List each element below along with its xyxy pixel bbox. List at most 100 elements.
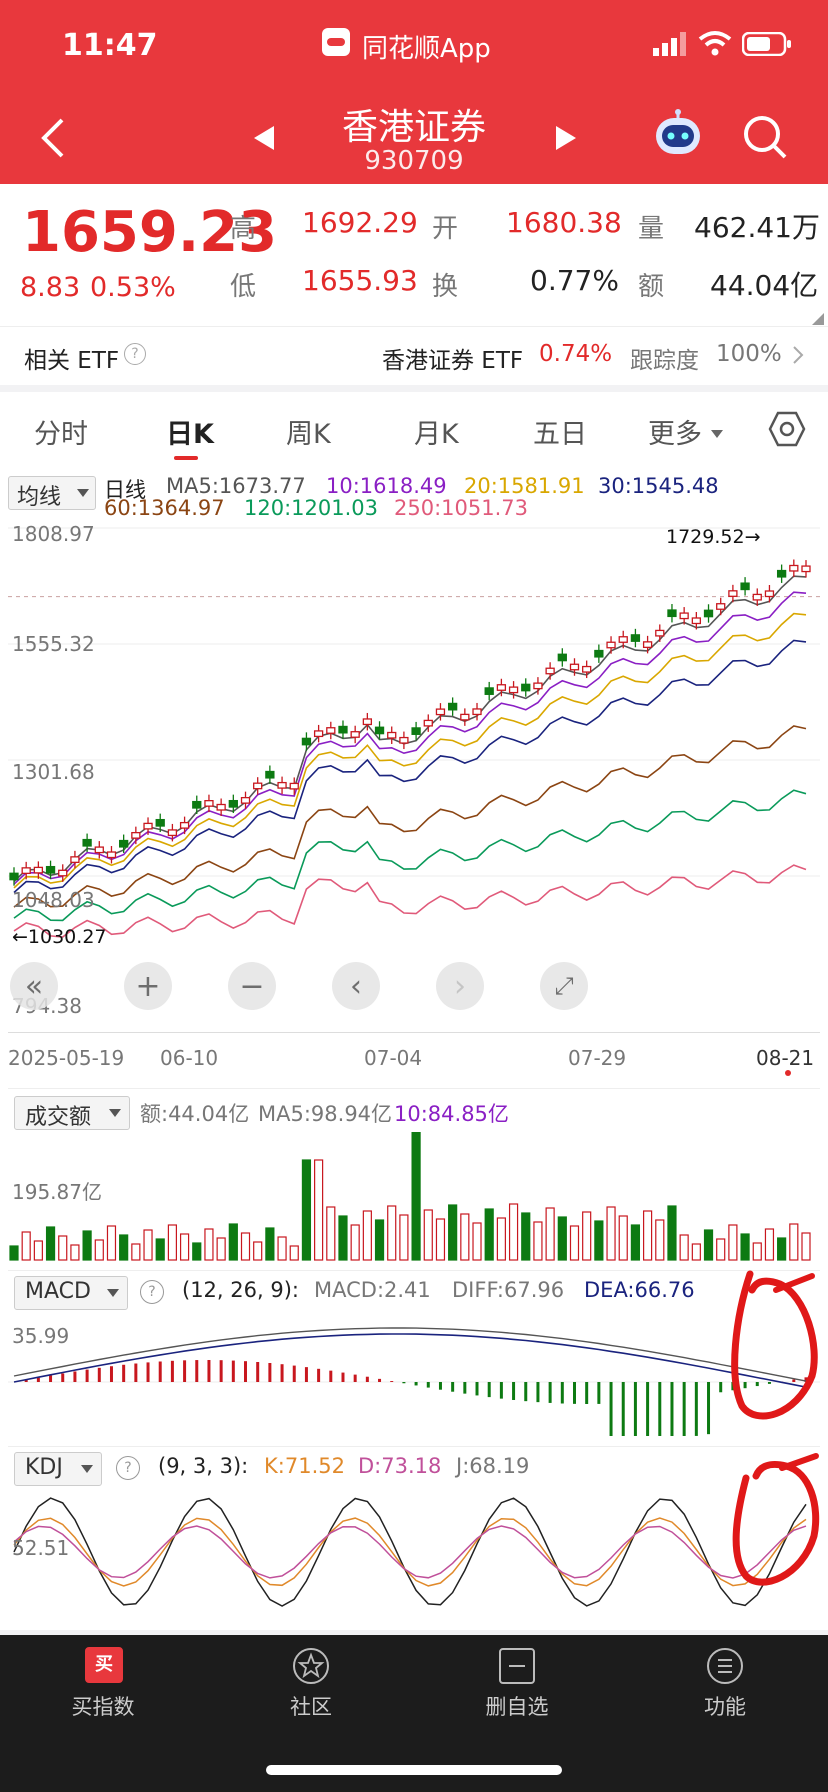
kdj-select[interactable]: KDJ: [14, 1452, 102, 1486]
buy-icon: 买: [85, 1647, 123, 1683]
chart-area: 均线 日线 MA5:1673.77 10:1618.49 20:1581.91 …: [0, 470, 828, 1630]
signal-icon: [653, 32, 687, 60]
candle-body: [484, 687, 494, 695]
volume-bar: [131, 1243, 141, 1261]
price-change-pct: 0.53%: [90, 272, 176, 303]
volume-bar: [496, 1217, 506, 1261]
kdj-d: D:73.18: [358, 1454, 442, 1478]
robot-assistant-icon[interactable]: [652, 108, 704, 162]
search-icon[interactable]: [742, 114, 788, 164]
candle-body: [167, 829, 178, 837]
volume-bar: [289, 1245, 299, 1261]
candle-body: [472, 708, 482, 716]
candle-body: [752, 593, 762, 601]
volume-bar: [399, 1214, 409, 1261]
tab-daily-k[interactable]: 日K: [166, 412, 214, 451]
candle-body: [496, 684, 507, 691]
panel-divider: [8, 1446, 820, 1447]
volume-bar: [667, 1205, 677, 1261]
candle-body: [618, 636, 628, 643]
tab-more[interactable]: 更多: [648, 412, 702, 451]
open-value: 1680.38: [506, 206, 622, 239]
macd-diff-line: [13, 1327, 807, 1382]
volume-bar: [240, 1232, 251, 1261]
volume-bar: [33, 1240, 43, 1261]
minus-box-icon: [499, 1648, 535, 1684]
tracking-label: 跟踪度: [630, 348, 699, 374]
volume-bar: [374, 1219, 385, 1261]
volume-bar: [533, 1221, 543, 1261]
macd-chart[interactable]: [8, 1312, 820, 1436]
candle-body: [192, 800, 202, 809]
high-marker: 1729.52→: [666, 526, 761, 548]
candle-body: [33, 866, 44, 874]
candlestick-chart[interactable]: [8, 522, 820, 1042]
active-tab-indicator: [174, 456, 198, 460]
volume-bar: [618, 1215, 628, 1261]
chevron-right-icon[interactable]: [792, 345, 804, 369]
indicator-select[interactable]: 均线: [8, 476, 96, 510]
candle-body: [338, 725, 348, 734]
help-icon[interactable]: ?: [116, 1456, 140, 1480]
zoom-in-icon[interactable]: +: [124, 962, 172, 1010]
pan-left-icon[interactable]: ‹: [332, 962, 380, 1010]
candle-body: [679, 612, 689, 620]
volume-bar: [338, 1215, 348, 1261]
ma60-label: 60:1364.97: [104, 496, 225, 520]
settings-hexagon-icon[interactable]: [768, 410, 806, 452]
fullscreen-icon[interactable]: ⤢: [540, 962, 588, 1010]
kdj-d-line: [13, 1525, 807, 1579]
candle-body: [228, 799, 238, 808]
collapse-icon[interactable]: «: [10, 962, 58, 1010]
volume-bar: [423, 1209, 433, 1261]
volume-bar: [557, 1216, 567, 1261]
macd-select-label: MACD: [25, 1279, 91, 1304]
candle-body: [776, 569, 787, 578]
wifi-icon: [698, 30, 732, 60]
status-time: 11:47: [62, 28, 158, 63]
candle-body: [764, 590, 775, 598]
price-change: 8.83: [20, 272, 81, 303]
volume-bar: [508, 1203, 519, 1261]
related-etf-row[interactable]: 相关 ETF ? 香港证券 ETF 0.74% 跟踪度 100%: [0, 326, 828, 385]
y-tick-label: 1301.68: [12, 760, 95, 784]
volume-bar: [545, 1207, 555, 1261]
volume-bar: [350, 1224, 360, 1261]
bottom-nav: 买 买指数 社区 删自选 功能: [0, 1635, 828, 1792]
volume-amount: 额:44.04亿: [140, 1102, 250, 1126]
help-icon[interactable]: ?: [140, 1280, 164, 1304]
volume-bar: [314, 1159, 324, 1261]
volume-bar: [606, 1206, 616, 1261]
pan-right-icon[interactable]: ›: [436, 962, 484, 1010]
app-logo-icon: [322, 28, 350, 56]
volume-bar: [106, 1225, 117, 1261]
volume-select[interactable]: 成交额: [14, 1096, 130, 1130]
volume-bar: [484, 1208, 494, 1261]
volume-label: 量: [638, 214, 665, 244]
tab-timeshare[interactable]: 分时: [34, 412, 88, 451]
candle-body: [240, 796, 251, 804]
chevron-down-icon: [81, 1465, 93, 1473]
candle-body: [411, 727, 421, 735]
volume-bar: [582, 1211, 592, 1261]
volume-bar: [703, 1229, 714, 1261]
nav-remove-watchlist[interactable]: 删自选: [454, 1643, 580, 1733]
ma30-line: [13, 639, 807, 894]
nav-buy-index[interactable]: 买 买指数: [40, 1643, 166, 1733]
tab-weekly-k[interactable]: 周K: [286, 412, 331, 451]
volume-bar: [21, 1231, 31, 1261]
tab-five-day[interactable]: 五日: [533, 412, 587, 451]
candle-body: [204, 800, 214, 807]
help-icon[interactable]: ?: [124, 343, 146, 365]
tab-monthly-k[interactable]: 月K: [414, 412, 459, 451]
nav-functions[interactable]: 功能: [662, 1643, 788, 1733]
volume-bar: [179, 1233, 190, 1261]
zoom-out-icon[interactable]: −: [228, 962, 276, 1010]
macd-select[interactable]: MACD: [14, 1276, 128, 1310]
kdj-chart[interactable]: [8, 1488, 820, 1616]
nav-community[interactable]: 社区: [248, 1643, 374, 1733]
candle-body: [703, 609, 714, 618]
volume-chart[interactable]: [8, 1132, 820, 1264]
next-stock-icon[interactable]: [554, 124, 578, 156]
volume-bar: [277, 1236, 287, 1261]
